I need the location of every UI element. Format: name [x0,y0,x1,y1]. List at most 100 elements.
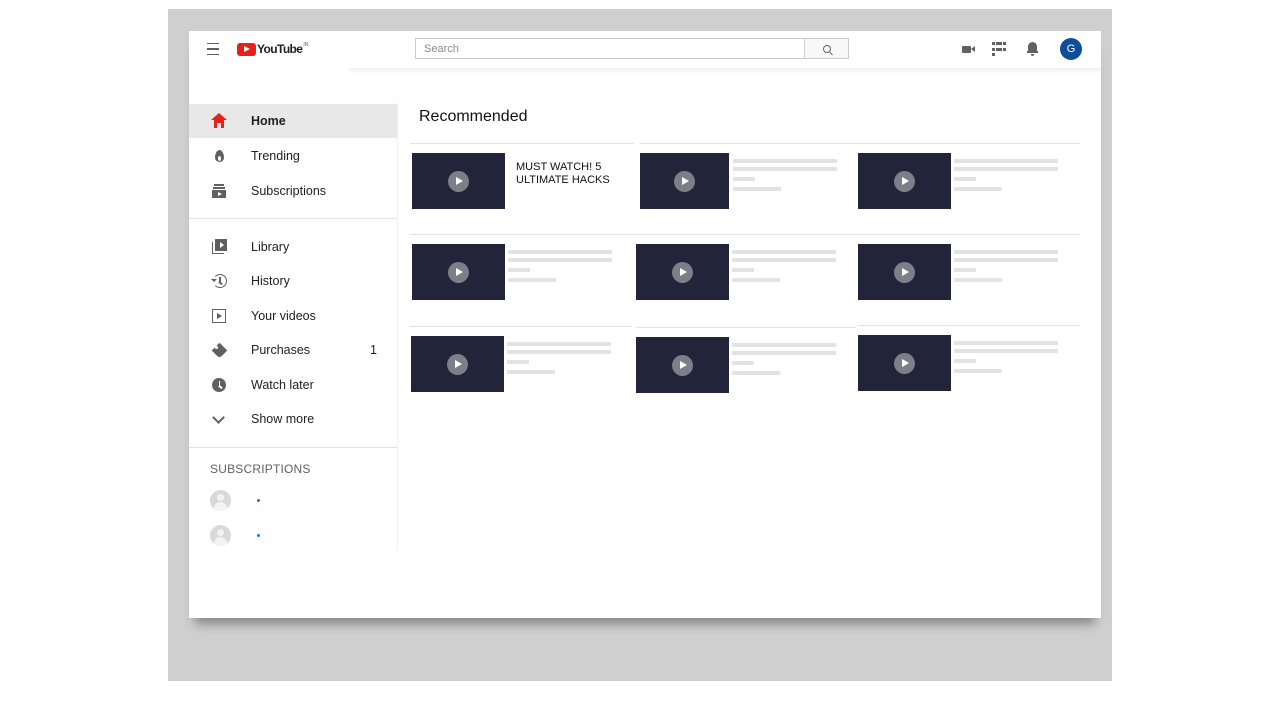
apps-grid-icon[interactable] [992,42,1006,56]
video-thumbnail[interactable] [636,337,729,393]
video-thumbnail[interactable] [858,335,951,391]
meta-placeholder [732,278,780,282]
title-placeholder [508,258,612,262]
subscription-channel-item[interactable] [189,486,397,516]
title-placeholder [954,250,1058,254]
video-thumbnail[interactable] [640,153,729,209]
sidebar-item-history[interactable]: History [189,264,397,298]
header-shadow [349,68,1101,74]
meta-placeholder [508,278,556,282]
channel-avatar-icon [210,490,231,511]
title-placeholder [508,250,612,254]
sidebar-item-library[interactable]: Library [189,230,397,264]
sidebar-item-label: Subscriptions [251,184,327,198]
play-icon [448,170,469,192]
sidebar-item-label: History [251,274,290,288]
title-placeholder [732,343,836,347]
youtube-logo[interactable]: YouTube IN [237,42,308,56]
video-thumbnail[interactable] [412,153,505,209]
sidebar-item-subscriptions[interactable]: Subscriptions [189,174,397,208]
logo-wordmark: YouTube [257,42,303,56]
play-icon [894,261,915,283]
new-content-dot [257,499,260,502]
meta-placeholder [507,370,555,374]
clock-icon [211,377,227,393]
meta-placeholder [732,268,754,272]
sidebar-item-label: Trending [251,149,300,163]
purchases-count-badge: 1 [370,343,377,357]
play-icon [448,261,469,283]
video-card[interactable] [412,244,632,302]
meta-placeholder [954,369,1002,373]
video-card[interactable] [636,244,856,302]
video-thumbnail[interactable] [412,244,505,300]
video-thumbnail[interactable] [858,244,951,300]
tag-icon [211,342,228,359]
new-content-dot [257,534,260,537]
create-video-icon[interactable] [959,42,975,56]
title-placeholder [954,167,1058,171]
your-videos-icon [211,308,227,324]
account-avatar[interactable]: G [1060,38,1082,60]
row-divider [410,326,632,327]
notifications-bell-icon[interactable] [1025,41,1039,57]
search-button[interactable] [805,38,849,59]
title-placeholder [732,351,836,355]
meta-placeholder [954,187,1002,191]
sidebar-item-label: Watch later [251,378,314,392]
history-icon [211,273,227,289]
video-card[interactable] [636,337,856,395]
video-card[interactable]: MUST WATCH! 5 ULTIMATE HACKS [412,153,632,211]
video-card[interactable] [858,153,1078,211]
sidebar-item-your-videos[interactable]: Your videos [189,299,397,333]
video-thumbnail[interactable] [858,153,951,209]
video-card[interactable] [858,244,1078,302]
sidebar-item-watch-later[interactable]: Watch later [189,368,397,402]
title-placeholder [507,342,611,346]
section-title: Recommended [419,108,528,125]
hamburger-menu-icon[interactable] [205,41,221,57]
sidebar-item-label: Library [251,240,290,254]
video-card[interactable] [858,335,1078,393]
library-icon [211,239,227,255]
video-title[interactable]: MUST WATCH! 5 ULTIMATE HACKS [516,161,626,187]
meta-placeholder [508,268,530,272]
sidebar-item-purchases[interactable]: Purchases 1 [189,333,397,367]
row-divider [636,327,856,328]
play-icon [447,353,468,375]
sidebar-divider [189,447,397,448]
chevron-down-icon [211,411,227,427]
play-icon [894,170,915,192]
title-placeholder [954,258,1058,262]
sidebar-item-label: Purchases [251,343,311,357]
home-icon [211,113,227,129]
meta-placeholder [733,177,755,181]
play-icon [672,354,693,376]
title-placeholder [733,159,837,163]
subscription-channel-item[interactable] [189,521,397,551]
meta-placeholder [954,359,976,363]
search-icon [822,44,831,53]
title-placeholder [732,258,836,262]
browser-window: YouTube IN G Home Trending Subscriptions [189,31,1101,618]
video-thumbnail[interactable] [636,244,729,300]
channel-avatar-icon [210,525,231,546]
meta-placeholder [954,278,1002,282]
sidebar-divider [189,218,397,219]
sidebar-item-show-more[interactable]: Show more [189,402,397,436]
title-placeholder [732,250,836,254]
meta-placeholder [732,361,754,365]
video-thumbnail[interactable] [411,336,504,392]
meta-placeholder [507,360,529,364]
sidebar: Home Trending Subscriptions Library Hist… [189,102,398,550]
sidebar-item-home[interactable]: Home [189,104,397,138]
meta-placeholder [732,371,780,375]
search-input[interactable] [415,38,805,59]
video-card[interactable] [640,153,860,211]
sidebar-item-trending[interactable]: Trending [189,139,397,173]
meta-placeholder [954,177,976,181]
sidebar-item-label: Show more [251,412,315,426]
video-card[interactable] [411,336,631,394]
subscriptions-heading: SUBSCRIPTIONS [210,462,311,476]
play-icon [672,261,693,283]
